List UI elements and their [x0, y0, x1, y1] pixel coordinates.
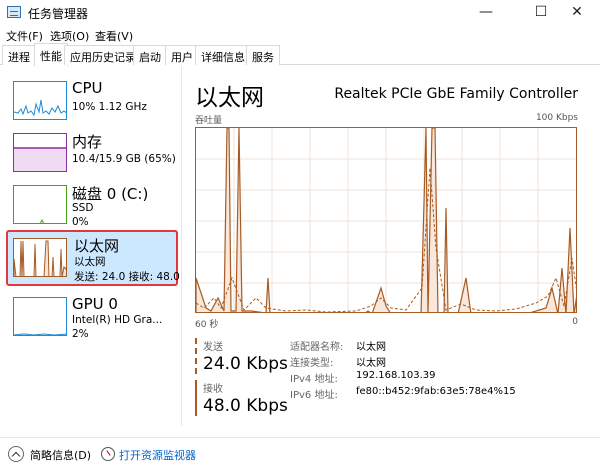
ethernet-throughput: 发送: 24.0 接收: 48.0: [74, 271, 180, 283]
disk-usage: 0%: [72, 216, 89, 228]
menu-bar: 文件(F) 选项(O) 查看(V): [0, 25, 600, 43]
adapter-name: Realtek PCIe GbE Family Controller: [334, 86, 578, 102]
memory-title: 内存: [72, 133, 103, 151]
minimize-button[interactable]: —: [463, 0, 509, 25]
title-bar: 任务管理器 — ☐ ✕: [0, 0, 600, 25]
open-resource-monitor-link[interactable]: 打开资源监视器: [119, 447, 196, 463]
brief-info-button[interactable]: 简略信息(D): [30, 447, 91, 463]
send-value: 24.0 Kbps: [203, 354, 288, 374]
throughput-graph: [195, 127, 577, 313]
tab-bar: 进程 性能 应用历史记录 启动 用户 详细信息 服务: [0, 43, 600, 66]
disk-thumbnail: [13, 185, 67, 224]
page-title: 以太网: [195, 85, 264, 111]
graph-max: 100 Kbps: [535, 113, 578, 123]
gpu-thumbnail: [13, 297, 67, 336]
graph-label: 吞吐量: [195, 116, 223, 126]
menu-options[interactable]: 选项(O): [50, 28, 89, 44]
tab-startup[interactable]: 启动: [133, 45, 167, 65]
menu-file[interactable]: 文件(F): [6, 28, 43, 44]
cpu-title: CPU: [72, 79, 103, 97]
tab-app-history[interactable]: 应用历史记录: [64, 45, 142, 65]
receive-label: 接收: [203, 384, 223, 395]
disk-title: 磁盘 0 (C:): [72, 185, 149, 203]
sidebar-item-memory[interactable]: 内存 10.4/15.9 GB (65%): [6, 126, 178, 178]
memory-usage: 10.4/15.9 GB (65%): [72, 153, 176, 165]
tab-processes[interactable]: 进程: [2, 45, 36, 65]
ethernet-sub: 以太网: [74, 256, 106, 268]
send-label: 发送: [203, 342, 223, 353]
tab-details[interactable]: 详细信息: [195, 45, 251, 65]
receive-stat: 接收 48.0 Kbps: [195, 380, 288, 416]
footer-bar: 简略信息(D) 打开资源监视器: [0, 437, 600, 473]
graph-zero: 0: [572, 317, 578, 327]
menu-view[interactable]: 查看(V): [95, 28, 133, 44]
sidebar-item-ethernet[interactable]: 以太网 以太网 发送: 24.0 接收: 48.0: [6, 230, 180, 286]
window-title: 任务管理器: [28, 7, 89, 21]
sidebar-item-cpu[interactable]: CPU 10% 1.12 GHz: [6, 74, 178, 126]
gpu-title: GPU 0: [72, 295, 118, 313]
tab-performance[interactable]: 性能: [34, 43, 68, 66]
send-stat: 发送 24.0 Kbps: [195, 338, 288, 374]
cpu-usage: 10% 1.12 GHz: [72, 101, 147, 113]
close-button[interactable]: ✕: [554, 0, 600, 25]
tab-services[interactable]: 服务: [246, 45, 280, 65]
graph-time: 60 秒: [195, 320, 219, 330]
task-manager-icon: [7, 6, 21, 18]
gpu-model: Intel(R) HD Gra...: [72, 314, 163, 326]
ethernet-thumbnail: [13, 238, 67, 277]
chevron-up-icon[interactable]: [8, 446, 24, 462]
sidebar-item-gpu[interactable]: GPU 0 Intel(R) HD Gra... 2%: [6, 290, 178, 342]
sidebar-item-disk[interactable]: 磁盘 0 (C:) SSD 0%: [6, 178, 178, 230]
resource-monitor-icon: [101, 447, 115, 461]
gpu-usage: 2%: [72, 328, 89, 340]
ethernet-detail-panel: 以太网 Realtek PCIe GbE Family Controller 吞…: [190, 66, 590, 426]
ethernet-title: 以太网: [74, 237, 120, 255]
tab-users[interactable]: 用户: [165, 45, 199, 65]
cpu-thumbnail: [13, 81, 67, 120]
memory-thumbnail: [13, 133, 67, 172]
disk-type: SSD: [72, 202, 94, 214]
receive-value: 48.0 Kbps: [203, 396, 288, 416]
resource-sidebar: CPU 10% 1.12 GHz 内存 10.4/15.9 GB (65%) 磁…: [0, 66, 182, 426]
